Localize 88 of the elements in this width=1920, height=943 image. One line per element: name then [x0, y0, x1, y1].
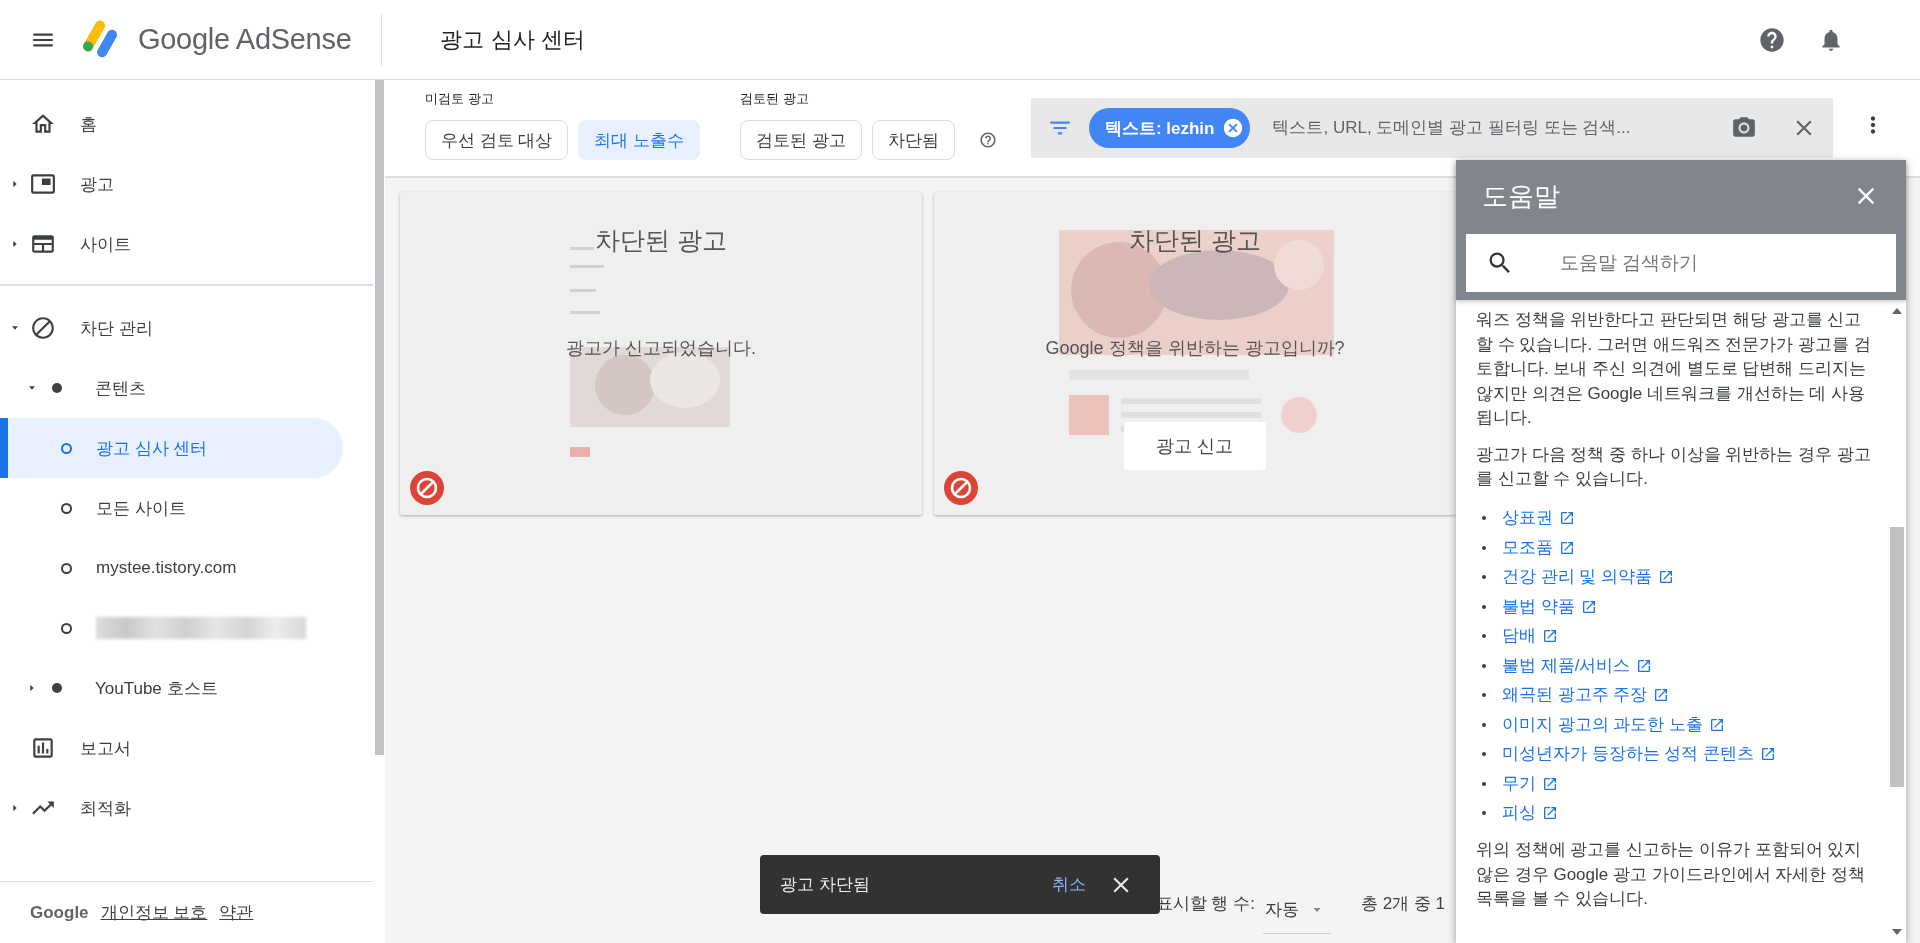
product-name: Google AdSense — [138, 23, 352, 56]
bullet-icon — [61, 442, 72, 454]
bullet-icon — [1482, 604, 1486, 609]
help-paragraph: 위의 정책에 광고를 신고하는 이유가 포함되어 있지 않은 경우 Google 광고 가이드라인에서 자세한 정책 목록을 볼 수 있습니다. — [1476, 839, 1867, 910]
nav-item[interactable]: 광고 심사 센터 — [0, 418, 343, 478]
rows-label: 표시할 행 수: — [1155, 892, 1255, 915]
external-link-icon — [1559, 510, 1575, 527]
bullet-icon — [1482, 663, 1486, 668]
bar-chart-icon — [30, 735, 56, 761]
external-link-icon — [1542, 775, 1558, 792]
nav-item[interactable]: mystee.tistory.com — [0, 538, 343, 598]
snackbar-message: 광고 차단됨 — [780, 874, 871, 896]
remove-icon[interactable] — [1222, 117, 1245, 139]
nav-item[interactable]: 최적화 — [0, 778, 343, 838]
bullet-icon — [1482, 722, 1486, 727]
filter-chip[interactable]: 검토된 광고 — [740, 120, 862, 160]
scroll-down-icon — [1892, 929, 1902, 935]
bullet-icon — [1482, 752, 1486, 757]
help-paragraph: 워즈 정책을 위반한다고 판단되면 해당 광고를 신고할 수 있습니다. 그러면 애드워즈 전문가가 광고를 검토합니다. 보내 주신 의견에 별도로 답변해 드리지는 않지만 의견은 Google 네트워크를 개선하는 데 사용됩니다. — [1476, 309, 1872, 429]
scrollbar-thumb[interactable] — [1890, 527, 1904, 787]
nav-item[interactable]: 홈 — [0, 94, 343, 154]
policy-link[interactable]: 피싱 — [1502, 801, 1536, 826]
external-link-icon — [1653, 687, 1670, 704]
external-link-icon — [1636, 657, 1653, 674]
policy-link[interactable]: 불법 약품 — [1502, 594, 1575, 619]
policy-link[interactable]: 이미지 광고의 과도한 노출 — [1502, 712, 1704, 737]
footer-link[interactable]: 개인정보 보호 — [100, 901, 208, 924]
scrollbar-thumb[interactable] — [375, 80, 384, 755]
help-paragraph: 광고가 다음 정책 중 하나 이상을 위반하는 경우 광고를 신고할 수 있습니다. — [1476, 443, 1872, 490]
external-link-icon — [1559, 539, 1575, 556]
policy-link[interactable]: 담배 — [1502, 624, 1536, 649]
help-icon[interactable] — [978, 131, 997, 149]
nav-item[interactable]: YouTube 호스트 — [0, 658, 343, 718]
bullet-icon — [1482, 781, 1486, 786]
bullet-icon — [61, 502, 72, 514]
page-title: 광고 심사 센터 — [440, 25, 585, 54]
bullet-icon — [61, 622, 72, 634]
report-button[interactable]: 광고 신고 — [1124, 422, 1266, 470]
nav-item[interactable]: 콘텐츠 — [0, 358, 343, 418]
external-link-icon — [1542, 628, 1558, 645]
filter-chip[interactable]: 우선 검토 대상 — [425, 120, 569, 160]
external-link-icon — [1658, 569, 1675, 586]
external-link-icon — [1580, 598, 1597, 615]
help-icon[interactable] — [1758, 25, 1786, 54]
policy-link[interactable]: 무기 — [1502, 771, 1536, 796]
policy-link[interactable]: 불법 제품/서비스 — [1502, 653, 1631, 678]
bullet-icon — [1482, 575, 1486, 580]
bullet-icon — [1482, 634, 1486, 639]
nav-item[interactable]: 광고 — [0, 154, 343, 214]
rows-dropdown[interactable]: 자동 — [1262, 886, 1331, 934]
ad-unit-icon — [30, 171, 56, 197]
card-message: 광고가 신고되었습니다. — [566, 337, 756, 360]
group-label: 미검토 광고 — [425, 90, 495, 108]
external-link-icon — [1542, 805, 1558, 822]
undo-button[interactable]: 취소 — [1052, 873, 1086, 896]
external-link-icon — [1709, 716, 1726, 733]
card-message: Google 정책을 위반하는 광고입니까? — [1045, 337, 1345, 360]
nav-item[interactable]: 사이트 — [0, 214, 343, 274]
bullet-icon — [61, 562, 72, 574]
bullet-icon — [52, 383, 62, 393]
nav-item[interactable]: 보고서 — [0, 718, 343, 778]
external-link-icon — [1760, 746, 1777, 763]
policy-link[interactable]: 미성년자가 등장하는 성적 콘텐츠 — [1502, 742, 1755, 767]
filter-chip[interactable]: 차단됨 — [871, 120, 955, 160]
bullet-icon — [1482, 545, 1486, 550]
nav-item[interactable]: 차단 관리 — [0, 298, 343, 358]
policy-link[interactable]: 왜곡된 광고주 주장 — [1502, 683, 1648, 708]
footer-link[interactable]: 약관 — [219, 901, 254, 924]
card-title: 차단된 광고 — [1129, 225, 1261, 256]
policy-link[interactable]: 상표권 — [1502, 506, 1553, 531]
filter-chip[interactable]: 최대 노출수 — [578, 120, 701, 160]
help-title: 도움말 — [1482, 179, 1560, 213]
bullet-icon — [52, 683, 62, 693]
policy-link[interactable]: 건강 관리 및 의약품 — [1502, 565, 1653, 590]
card-title: 차단된 광고 — [595, 225, 727, 256]
page-range: 총 2개 중 1 — [1360, 892, 1445, 915]
google-wordmark: Google — [30, 902, 89, 923]
nav-item[interactable]: 모든 사이트 — [0, 478, 343, 538]
help-search-field[interactable]: 도움말 검색하기 — [1466, 234, 1896, 292]
search-chip[interactable]: 텍스트: lezhin — [1088, 108, 1251, 148]
block-icon — [30, 315, 56, 341]
scroll-up-icon — [1892, 308, 1902, 314]
bullet-icon — [1482, 811, 1486, 816]
bullet-icon — [1482, 693, 1486, 698]
bullet-icon — [1482, 516, 1486, 521]
group-label: 검토된 광고 — [740, 90, 810, 108]
search-input[interactable]: 텍스트, URL, 도메인별 광고 필터링 또는 검색... — [1270, 117, 1711, 139]
policy-link[interactable]: 모조품 — [1502, 535, 1553, 560]
